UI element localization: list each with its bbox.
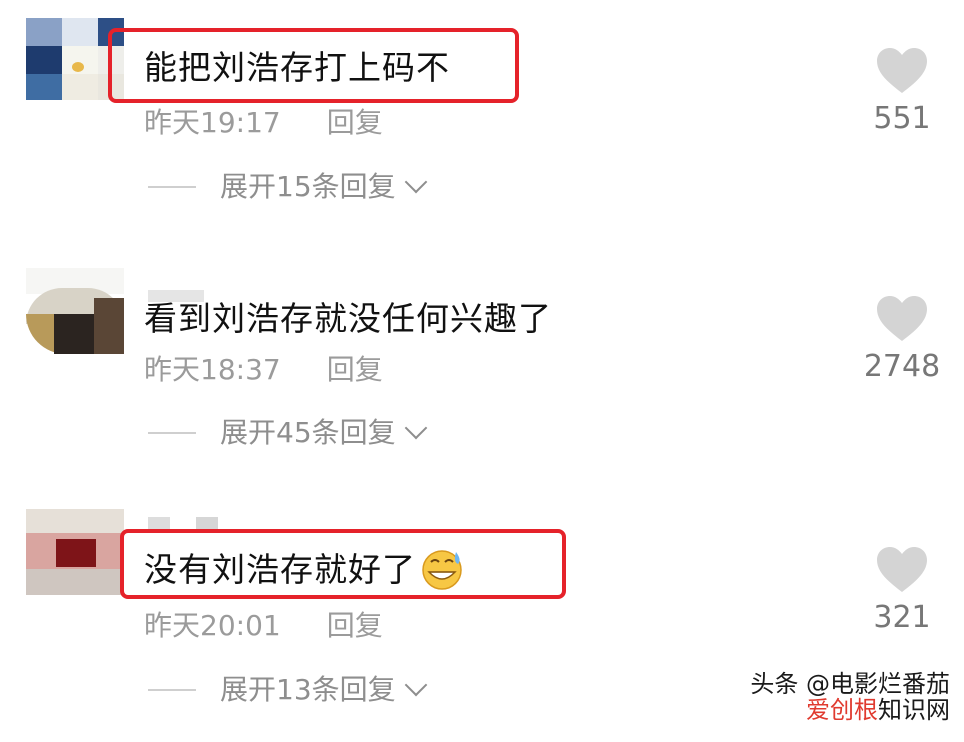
comment-time: 昨天18:37 <box>144 353 281 386</box>
avatar[interactable] <box>26 268 204 354</box>
avatar[interactable] <box>26 509 218 595</box>
divider <box>148 432 196 434</box>
expand-label: 展开45条回复 <box>220 416 396 449</box>
expand-label: 展开15条回复 <box>220 170 396 203</box>
comment-text-body: 没有刘浩存就好了 <box>144 550 416 589</box>
chevron-down-icon <box>404 170 427 194</box>
comment-meta: 昨天19:17 回复 <box>144 106 383 140</box>
watermark-site-black: 知识网 <box>878 696 950 724</box>
heart-icon <box>877 296 927 341</box>
watermark-source: 头条 @电影烂番茄 <box>750 670 950 698</box>
expand-label: 展开13条回复 <box>220 673 396 706</box>
comment-text: 看到刘浩存就没任何兴趣了 <box>144 299 552 338</box>
like-button[interactable]: 321 <box>862 547 942 635</box>
comment-time: 昨天19:17 <box>144 106 281 139</box>
comment-time: 昨天20:01 <box>144 609 281 642</box>
like-button[interactable]: 2748 <box>858 296 946 384</box>
like-count: 321 <box>873 600 931 635</box>
divider <box>148 689 196 691</box>
like-count: 2748 <box>863 349 941 384</box>
comment-item-1: 能把刘浩存打上码不 昨天19:17 回复 展开15条回复 551 <box>0 0 964 245</box>
watermark: 头条 @电影烂番茄 爱创根知识网 <box>750 671 950 723</box>
chevron-down-icon <box>404 416 427 440</box>
heart-icon <box>877 48 927 93</box>
watermark-site-red: 爱创根 <box>806 696 878 724</box>
expand-replies-button[interactable]: 展开45条回复 <box>148 416 427 450</box>
reply-button[interactable]: 回复 <box>327 106 383 139</box>
comment-text: 能把刘浩存打上码不 <box>144 48 450 87</box>
comment-meta: 昨天18:37 回复 <box>144 353 383 387</box>
reply-button[interactable]: 回复 <box>327 609 383 642</box>
like-count: 551 <box>873 101 931 136</box>
comment-meta: 昨天20:01 回复 <box>144 609 383 643</box>
like-button[interactable]: 551 <box>862 48 942 136</box>
comment-text: 没有刘浩存就好了 <box>144 549 464 590</box>
divider <box>148 186 196 188</box>
comment-item-2: 看到刘浩存就没任何兴趣了 昨天18:37 回复 展开45条回复 2748 <box>0 250 964 495</box>
expand-replies-button[interactable]: 展开13条回复 <box>148 673 427 707</box>
chevron-down-icon <box>404 673 427 697</box>
heart-icon <box>877 547 927 592</box>
watermark-site: 爱创根知识网 <box>750 697 950 723</box>
grinning-sweat-emoji <box>422 549 462 590</box>
reply-button[interactable]: 回复 <box>327 353 383 386</box>
expand-replies-button[interactable]: 展开15条回复 <box>148 170 427 204</box>
